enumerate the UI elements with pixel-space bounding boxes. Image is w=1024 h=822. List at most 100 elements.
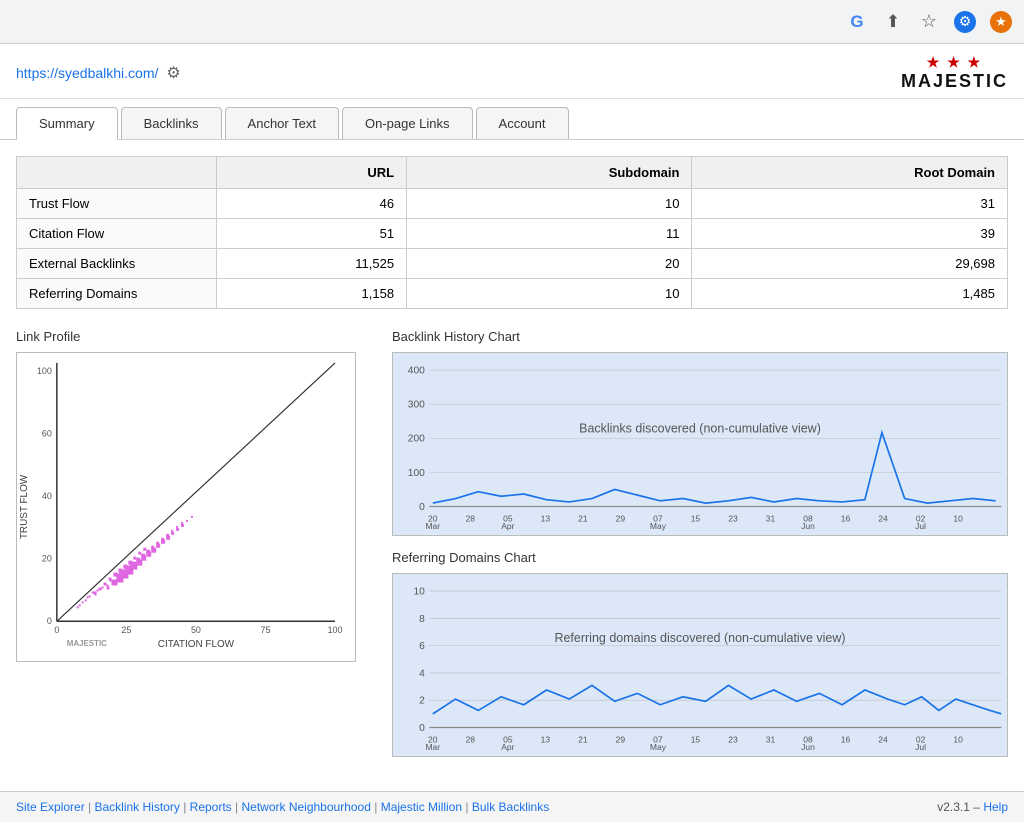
svg-text:100: 100: [37, 366, 52, 376]
svg-text:Backlinks discovered (non-cumu: Backlinks discovered (non-cumulative vie…: [579, 422, 821, 436]
trust-flow-url: 46: [217, 189, 407, 219]
referring-domains-svg: 0 2 4 6 8 10: [393, 574, 1007, 756]
referring-domains-section: Referring Domains Chart 0 2 4 6 8 10: [392, 550, 1008, 757]
tab-account[interactable]: Account: [476, 107, 569, 139]
svg-text:MAJESTIC: MAJESTIC: [67, 639, 107, 648]
referring-domains-chart: 0 2 4 6 8 10: [392, 573, 1008, 757]
backlink-history-svg: 0 100 200 300 400: [393, 353, 1007, 535]
svg-text:May: May: [650, 742, 667, 752]
trust-flow-root: 31: [692, 189, 1008, 219]
svg-text:Mar: Mar: [425, 521, 440, 531]
footer-link-reports[interactable]: Reports: [190, 800, 232, 814]
svg-text:28: 28: [466, 734, 476, 744]
svg-text:Apr: Apr: [501, 521, 514, 531]
version-text: v2.3.1: [937, 800, 970, 814]
link-profile-title: Link Profile: [16, 329, 376, 344]
citation-flow-subdomain: 11: [407, 219, 692, 249]
settings-icon[interactable]: ⚙: [954, 11, 976, 33]
footer-link-site-explorer[interactable]: Site Explorer: [16, 800, 85, 814]
svg-text:Jul: Jul: [915, 521, 926, 531]
footer-help-link[interactable]: Help: [983, 800, 1008, 814]
external-backlinks-root: 29,698: [692, 249, 1008, 279]
tab-anchor-text[interactable]: Anchor Text: [225, 107, 339, 139]
table-row: Trust Flow 46 10 31: [17, 189, 1008, 219]
site-url[interactable]: https://syedbalkhi.com/: [16, 65, 158, 81]
tabs-bar: Summary Backlinks Anchor Text On-page Li…: [0, 99, 1024, 140]
referring-domains-root: 1,485: [692, 279, 1008, 309]
svg-text:Mar: Mar: [425, 742, 440, 752]
extension-icon[interactable]: ★: [990, 11, 1012, 33]
footer-dash: –: [973, 800, 983, 814]
svg-text:31: 31: [766, 734, 776, 744]
footer-links: Site Explorer | Backlink History | Repor…: [16, 800, 549, 814]
svg-text:16: 16: [841, 513, 851, 523]
svg-text:15: 15: [691, 513, 701, 523]
svg-text:23: 23: [728, 513, 738, 523]
link-profile-section: Link Profile TRUST FLOW CITATION FLOW 0 …: [16, 329, 376, 757]
majestic-logo: ★ ★ ★ MAJESTIC: [901, 54, 1008, 92]
main-content: URL Subdomain Root Domain Trust Flow 46 …: [0, 140, 1024, 791]
tab-backlinks[interactable]: Backlinks: [121, 107, 222, 139]
svg-text:10: 10: [953, 513, 963, 523]
row-label-trust-flow: Trust Flow: [17, 189, 217, 219]
svg-text:Jul: Jul: [915, 742, 926, 752]
google-icon[interactable]: G: [846, 11, 868, 33]
row-label-referring-domains: Referring Domains: [17, 279, 217, 309]
svg-text:29: 29: [616, 734, 626, 744]
svg-text:100: 100: [408, 468, 425, 479]
svg-text:29: 29: [616, 513, 626, 523]
svg-text:20: 20: [42, 554, 52, 564]
svg-text:60: 60: [42, 428, 52, 438]
tab-summary[interactable]: Summary: [16, 107, 118, 140]
footer-link-network-neighbourhood[interactable]: Network Neighbourhood: [241, 800, 370, 814]
majestic-name: MAJESTIC: [901, 71, 1008, 92]
svg-text:25: 25: [121, 625, 131, 635]
charts-section: Link Profile TRUST FLOW CITATION FLOW 0 …: [16, 329, 1008, 757]
svg-text:May: May: [650, 521, 667, 531]
summary-table: URL Subdomain Root Domain Trust Flow 46 …: [16, 156, 1008, 309]
svg-text:24: 24: [878, 513, 888, 523]
svg-text:0: 0: [47, 616, 52, 626]
backlink-charts: Backlink History Chart 0 100 200 300 400: [392, 329, 1008, 757]
svg-text:23: 23: [728, 734, 738, 744]
svg-text:Jun: Jun: [801, 521, 815, 531]
row-label-citation-flow: Citation Flow: [17, 219, 217, 249]
svg-text:300: 300: [408, 400, 425, 411]
page-wrapper: https://syedbalkhi.com/ ⚙ ★ ★ ★ MAJESTIC…: [0, 44, 1024, 822]
svg-text:8: 8: [419, 614, 425, 625]
svg-text:21: 21: [578, 734, 588, 744]
svg-text:10: 10: [953, 734, 963, 744]
scatter-container: TRUST FLOW CITATION FLOW 0 20 40 60 100 …: [16, 352, 356, 662]
svg-text:40: 40: [42, 491, 52, 501]
scatter-plot: TRUST FLOW CITATION FLOW 0 20 40 60 100 …: [17, 353, 355, 661]
svg-text:0: 0: [54, 625, 59, 635]
browser-chrome: G ⬆ ☆ ⚙ ★: [0, 0, 1024, 44]
footer-version: v2.3.1 – Help: [937, 800, 1008, 814]
site-settings-icon[interactable]: ⚙: [166, 63, 180, 83]
backlink-history-title: Backlink History Chart: [392, 329, 1008, 344]
share-icon[interactable]: ⬆: [882, 11, 904, 33]
svg-text:TRUST FLOW: TRUST FLOW: [19, 474, 30, 539]
footer-link-majestic-million[interactable]: Majestic Million: [381, 800, 462, 814]
svg-text:28: 28: [466, 513, 476, 523]
svg-text:2: 2: [419, 696, 425, 707]
backlink-history-section: Backlink History Chart 0 100 200 300 400: [392, 329, 1008, 536]
svg-text:50: 50: [191, 625, 201, 635]
svg-text:Referring domains discovered (: Referring domains discovered (non-cumula…: [554, 631, 845, 645]
svg-text:13: 13: [541, 513, 551, 523]
row-label-external-backlinks: External Backlinks: [17, 249, 217, 279]
table-row: Citation Flow 51 11 39: [17, 219, 1008, 249]
svg-text:CITATION FLOW: CITATION FLOW: [158, 639, 235, 650]
referring-domains-chart-title: Referring Domains Chart: [392, 550, 1008, 565]
svg-text:75: 75: [261, 625, 271, 635]
svg-text:400: 400: [408, 365, 425, 376]
footer-link-backlink-history[interactable]: Backlink History: [95, 800, 180, 814]
citation-flow-url: 51: [217, 219, 407, 249]
table-row: Referring Domains 1,158 10 1,485: [17, 279, 1008, 309]
star-icon[interactable]: ☆: [918, 11, 940, 33]
url-section: https://syedbalkhi.com/ ⚙: [16, 63, 181, 83]
svg-text:13: 13: [541, 734, 551, 744]
footer-link-bulk-backlinks[interactable]: Bulk Backlinks: [472, 800, 549, 814]
col-header-label: [17, 157, 217, 189]
tab-onpage-links[interactable]: On-page Links: [342, 107, 473, 139]
